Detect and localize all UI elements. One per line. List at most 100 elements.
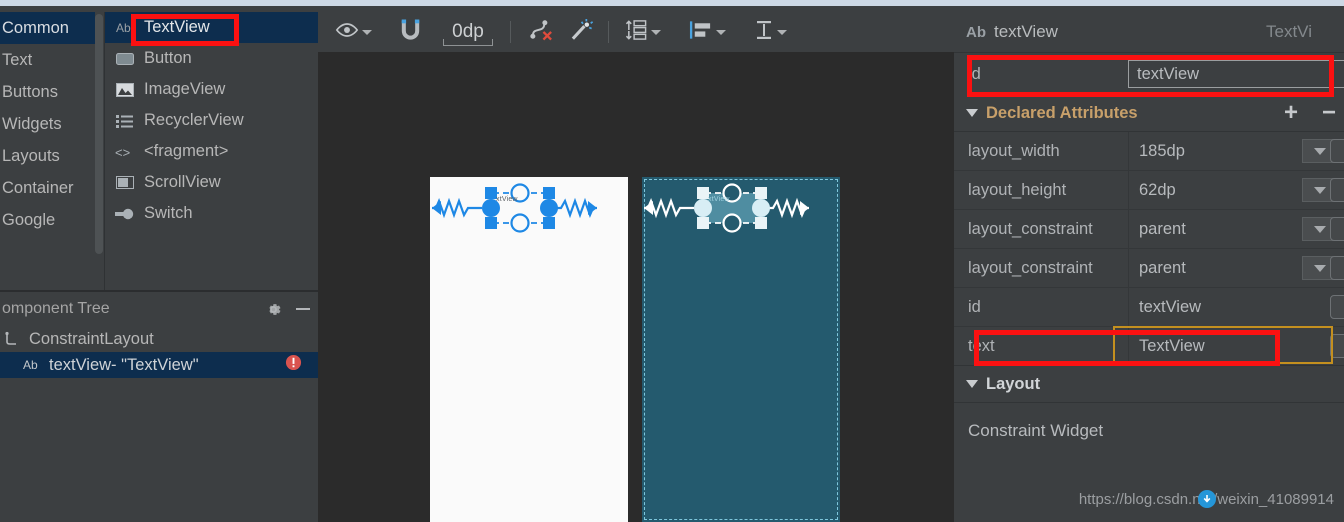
guidelines-dropdown[interactable] [751,16,790,48]
blueprint-widget-overlay[interactable] [642,177,840,522]
attribute-row-layout-constraint-2[interactable]: layout_constraint parent [954,249,1344,288]
pack-dropdown[interactable] [622,16,664,48]
attribute-key: layout_constraint [968,258,1093,277]
palette-category-google[interactable]: Google [0,204,95,236]
attributes-component-type: TextVi [1266,22,1312,41]
attribute-value[interactable]: TextView [1139,337,1205,356]
margin-underline [443,45,493,46]
remove-attribute-button[interactable]: − [1314,98,1344,128]
error-badge-icon[interactable] [285,354,302,376]
attribute-edge-button[interactable] [1330,256,1344,280]
tree-node-constraintlayout[interactable]: ConstraintLayout [0,326,318,352]
align-dropdown[interactable] [686,16,729,48]
attribute-edge-button[interactable] [1330,217,1344,241]
imageview-icon [115,81,135,99]
clear-constraints-icon [529,18,554,47]
ab-icon: Ab [22,356,42,374]
constraintlayout-icon [2,330,22,348]
default-margin-button[interactable]: 0dp [440,16,496,48]
attributes-panel: Ab textView TextVi id textView Declared … [954,12,1344,522]
attribute-key: text [968,336,995,355]
palette-item-label: Button [144,49,192,67]
chevron-down-icon [716,29,726,35]
svg-text:<>: <> [115,145,130,159]
palette-item-label: ScrollView [144,173,221,191]
gear-icon[interactable] [258,294,288,324]
design-widget-overlay[interactable] [430,177,628,522]
eye-icon [335,22,359,43]
palette-item-label: RecyclerView [144,111,244,129]
magnet-icon [400,18,421,47]
palette-item-textview[interactable]: Ab TextView [105,12,318,43]
top-tab-strip [0,0,1344,12]
attribute-row-text[interactable]: text TextView [954,327,1344,365]
attribute-row-layout-constraint-1[interactable]: layout_constraint parent [954,210,1344,249]
fragment-icon: <> [115,143,135,161]
magic-wand-icon [570,18,595,47]
palette-item-switch[interactable]: Switch [105,198,318,229]
attribute-row-id-top[interactable]: id textView [954,53,1344,95]
tree-node-textview[interactable]: Ab textView- "TextView" [0,352,318,378]
id-input[interactable]: textView [1128,60,1344,88]
button-icon [115,50,135,68]
palette-category-text[interactable]: Text [0,44,95,76]
layout-section-header[interactable]: Layout [954,366,1344,402]
visibility-dropdown[interactable] [332,16,375,48]
attribute-edge-button[interactable] [1330,139,1344,163]
attribute-row-id[interactable]: id textView [954,288,1344,327]
attribute-edge-button[interactable] [1330,178,1344,202]
palette-item-button[interactable]: Button [105,43,318,74]
attribute-value[interactable]: 185dp [1139,142,1185,161]
attribute-value[interactable]: 62dp [1139,181,1176,200]
minimize-icon[interactable] [288,294,318,324]
attribute-edge-button[interactable] [1330,334,1344,358]
add-attribute-button[interactable]: + [1276,98,1306,128]
design-canvas[interactable]: xtView xtView [318,52,954,522]
attribute-key: layout_width [968,141,1060,160]
attribute-value[interactable]: textView [1139,298,1201,317]
design-editor: 0dp xtView xtView [318,12,954,522]
declared-attributes-title: Declared Attributes [986,103,1138,122]
infer-constraints-button[interactable] [567,16,598,48]
chevron-down-icon [777,29,787,35]
chevron-down-icon [651,29,661,35]
palette-category-buttons[interactable]: Buttons [0,76,95,108]
attribute-row-layout-height[interactable]: layout_height 62dp [954,171,1344,210]
chevron-down-icon [966,109,978,117]
palette-category-list[interactable]: Common Text Buttons Widgets Layouts Cont… [0,12,95,290]
attributes-header: Ab textView TextVi [954,12,1344,52]
palette-category-layouts[interactable]: Layouts [0,140,95,172]
blueprint-widget-label: xtView [708,196,730,203]
palette-item-recyclerview[interactable]: RecyclerView [105,105,318,136]
palette-item-label: ImageView [144,80,226,98]
palette-item-imageview[interactable]: ImageView [105,74,318,105]
design-surface[interactable]: xtView [430,177,628,522]
palette-item-list: Ab TextView Button ImageView RecyclerVie… [105,12,318,290]
palette-category-widgets[interactable]: Widgets [0,108,95,140]
declared-attributes-header[interactable]: Declared Attributes + − [954,95,1344,131]
svg-text:Ab: Ab [116,21,131,35]
attribute-edge-button[interactable] [1330,295,1344,319]
palette-category-scrollbar[interactable] [95,14,103,254]
design-toolbar: 0dp [318,12,954,52]
blueprint-surface[interactable]: xtView [642,177,840,522]
clear-constraints-button[interactable] [526,16,557,48]
attribute-row-layout-width[interactable]: layout_width 185dp [954,132,1344,171]
palette-item-label: TextView [144,18,210,36]
align-icon [689,19,713,46]
default-margin-value: 0dp [443,18,493,46]
attribute-value[interactable]: parent [1139,259,1186,278]
attribute-value[interactable]: parent [1139,220,1186,239]
chevron-down-icon [966,380,978,388]
csdn-icon [1197,490,1216,508]
ab-icon: Ab [966,23,986,41]
toolbar-separator [510,21,511,43]
autoconnect-button[interactable] [397,16,424,48]
palette-category-common[interactable]: Common [0,12,95,44]
component-tree-header: omponent Tree [0,292,318,326]
palette-item-scrollview[interactable]: ScrollView [105,167,318,198]
palette-item-fragment[interactable]: <> <fragment> [105,136,318,167]
palette-category-containers[interactable]: Container [0,172,95,204]
palette-panel: Common Text Buttons Widgets Layouts Cont… [0,12,318,290]
chevron-down-icon [1314,264,1326,272]
